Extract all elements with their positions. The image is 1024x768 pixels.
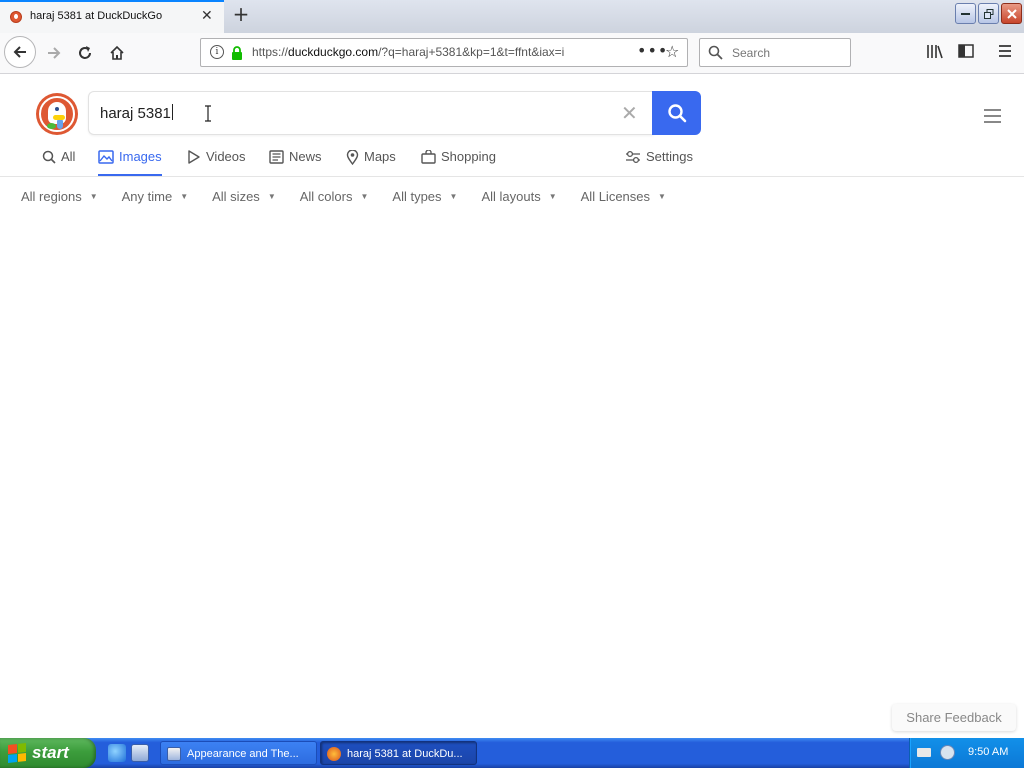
caret-down-icon: ▼: [89, 192, 98, 201]
tab-label: All: [61, 149, 76, 164]
arrow-left-icon: [13, 46, 26, 58]
new-tab-button[interactable]: +: [231, 4, 251, 26]
search-icon: [708, 45, 723, 60]
search-input[interactable]: haraj 5381 ✕: [88, 91, 654, 135]
forward-button[interactable]: [40, 39, 68, 67]
page-actions-icon[interactable]: •••: [637, 41, 668, 60]
image-icon: [98, 150, 114, 164]
arrow-right-icon: [48, 47, 61, 59]
search-icon: [667, 104, 686, 123]
bookmark-star-icon[interactable]: ☆: [665, 42, 679, 61]
tab-images[interactable]: Images: [98, 149, 162, 176]
back-button[interactable]: [4, 36, 36, 68]
filter-time[interactable]: Any time ▼: [122, 189, 189, 204]
filter-sizes[interactable]: All sizes ▼: [212, 189, 276, 204]
library-icon[interactable]: [926, 44, 943, 59]
search-placeholder: Search: [732, 46, 771, 60]
clear-search-icon[interactable]: ✕: [621, 101, 638, 125]
filter-regions[interactable]: All regions ▼: [21, 189, 98, 204]
home-icon: [110, 45, 124, 60]
tab-videos[interactable]: Videos: [187, 149, 246, 175]
hamburger-menu-icon[interactable]: [984, 109, 1001, 127]
caret-down-icon: ▼: [548, 192, 557, 201]
search-button[interactable]: [652, 91, 701, 135]
menu-icon[interactable]: [998, 44, 1012, 58]
share-feedback-button[interactable]: Share Feedback: [892, 704, 1016, 731]
reload-icon: [79, 46, 91, 59]
map-pin-icon: [346, 150, 359, 165]
tab-label: Shopping: [441, 149, 496, 164]
reload-button[interactable]: [71, 39, 99, 67]
url-bar[interactable]: i https://duckduckgo.com/?q=haraj+5381&k…: [200, 38, 688, 67]
play-icon: [188, 150, 200, 164]
window-controls: [955, 3, 1022, 24]
start-label: start: [32, 743, 69, 762]
site-info-icon[interactable]: i: [210, 45, 224, 59]
firefox-icon: [327, 747, 341, 761]
filter-colors[interactable]: All colors ▼: [300, 189, 369, 204]
tab-all[interactable]: All: [42, 149, 75, 175]
start-button[interactable]: start: [0, 738, 96, 768]
settings-button[interactable]: Settings: [625, 149, 693, 175]
windows-logo-icon: [8, 743, 26, 763]
browser-tab-bar: haraj 5381 at DuckDuckGo ✕ +: [0, 0, 1024, 33]
home-button[interactable]: [103, 39, 131, 67]
tab-label: Videos: [206, 149, 246, 164]
search-icon: [42, 150, 56, 164]
filter-licenses[interactable]: All Licenses ▼: [581, 189, 666, 204]
caret-down-icon: ▼: [658, 192, 666, 201]
text-caret: [171, 104, 173, 120]
internet-explorer-icon[interactable]: [108, 744, 126, 762]
image-filters: All regions ▼ Any time ▼ All sizes ▼ All co…: [21, 189, 690, 204]
filter-types[interactable]: All types ▼: [392, 189, 457, 204]
keyboard-icon[interactable]: [917, 748, 931, 757]
filter-layouts[interactable]: All layouts ▼: [481, 189, 556, 204]
search-query: haraj 5381: [100, 104, 173, 122]
caret-down-icon: ▼: [360, 192, 369, 201]
newspaper-icon: [269, 150, 284, 164]
settings-label: Settings: [646, 149, 693, 164]
close-window-button[interactable]: [1001, 3, 1022, 24]
tab-label: News: [289, 149, 322, 164]
url-text: https://duckduckgo.com/?q=haraj+5381&kp=…: [252, 45, 565, 59]
search-tabs: All Images Videos News Maps Shopping Set…: [0, 144, 1024, 177]
duckduckgo-favicon-icon: [10, 11, 22, 23]
sliders-icon: [626, 150, 640, 164]
caret-down-icon: ▼: [449, 192, 458, 201]
tab-label: Maps: [364, 149, 396, 164]
duckduckgo-logo[interactable]: [36, 93, 78, 135]
windows-taskbar: start Appearance and The... haraj 5381 a…: [0, 738, 1024, 768]
taskbar-item-firefox[interactable]: haraj 5381 at DuckDu...: [320, 741, 477, 765]
tab-shopping[interactable]: Shopping: [421, 149, 496, 175]
show-desktop-icon[interactable]: [131, 744, 149, 762]
caret-down-icon: ▼: [180, 192, 189, 201]
lock-icon: [232, 46, 242, 60]
tab-label: Images: [119, 149, 162, 164]
restore-button[interactable]: [978, 3, 999, 24]
taskbar-item-appearance[interactable]: Appearance and The...: [160, 741, 317, 765]
back-arrow-tray-icon[interactable]: [940, 745, 955, 760]
minimize-button[interactable]: [955, 3, 976, 24]
caret-down-icon: ▼: [267, 192, 276, 201]
system-tray: 9:50 AM: [909, 738, 1024, 768]
tab-title: haraj 5381 at DuckDuckGo: [30, 10, 163, 22]
shopping-bag-icon: [421, 150, 436, 164]
clock: 9:50 AM: [968, 746, 1009, 758]
tab-maps[interactable]: Maps: [346, 149, 396, 175]
tab-close-icon[interactable]: ✕: [201, 8, 213, 24]
browser-search-box[interactable]: Search: [699, 38, 851, 67]
text-cursor-icon: [205, 105, 211, 122]
browser-navbar: i https://duckduckgo.com/?q=haraj+5381&k…: [0, 33, 1024, 74]
sidebar-icon[interactable]: [958, 44, 974, 58]
control-panel-icon: [167, 747, 181, 761]
tab-news[interactable]: News: [269, 149, 322, 175]
browser-tab[interactable]: haraj 5381 at DuckDuckGo ✕: [0, 0, 224, 33]
